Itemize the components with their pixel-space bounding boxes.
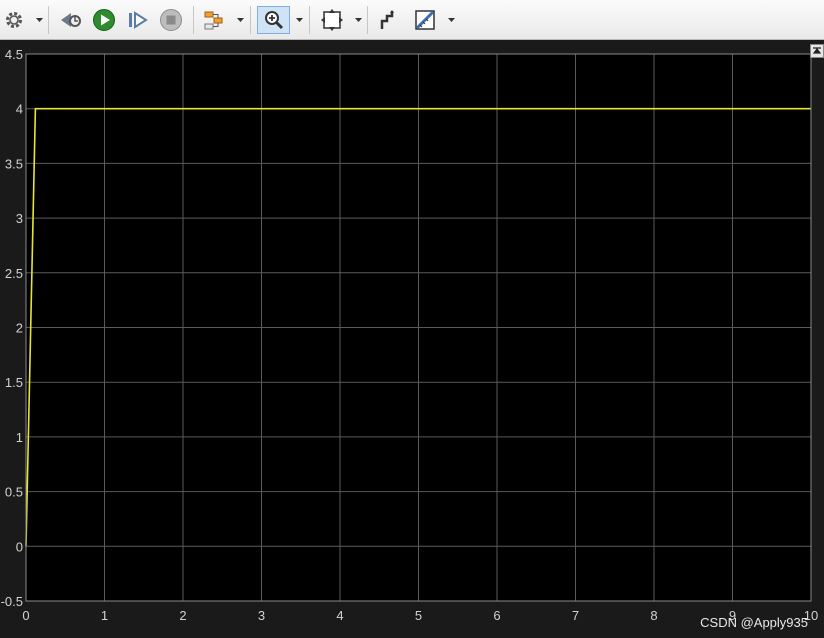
y-tick-label: -0.5 xyxy=(1,594,23,609)
signal-selector-icon[interactable] xyxy=(200,6,228,34)
y-tick-label: 0.5 xyxy=(5,485,23,500)
toolbar-divider xyxy=(367,6,368,34)
chevron-down-icon[interactable] xyxy=(235,6,245,34)
scope-display[interactable]: 0 1 2 3 4 5 6 7 8 9 10 -0.5 0 0.5 1 1.5 2 2.5 3 3.5 4 4.5 xyxy=(0,40,824,638)
toolbar-divider xyxy=(250,6,251,34)
y-tick-label: 4 xyxy=(16,102,23,117)
style-icon[interactable] xyxy=(375,6,403,34)
y-tick-label: 4.5 xyxy=(5,47,23,62)
stop-icon[interactable] xyxy=(157,6,185,34)
chevron-down-icon[interactable] xyxy=(294,6,304,34)
toolbar-divider xyxy=(193,6,194,34)
x-tick-label: 3 xyxy=(258,608,265,623)
gear-icon[interactable] xyxy=(0,6,28,34)
chevron-down-icon[interactable] xyxy=(446,6,456,34)
y-tick-label: 2 xyxy=(16,321,23,336)
y-tick-label: 3 xyxy=(16,211,23,226)
y-tick-label: 0 xyxy=(16,539,23,554)
plot-area[interactable]: 0 1 2 3 4 5 6 7 8 9 10 -0.500.511.522.533.544.5 xyxy=(0,40,824,638)
x-tick-label: 7 xyxy=(572,608,579,623)
step-back-icon[interactable] xyxy=(57,6,85,34)
chevron-down-icon[interactable] xyxy=(34,6,44,34)
y-tick-label: 3.5 xyxy=(5,156,23,171)
x-tick-label: 0 xyxy=(22,608,29,623)
x-tick-label: 2 xyxy=(179,608,186,623)
restore-icon[interactable] xyxy=(810,44,824,58)
chevron-down-icon[interactable] xyxy=(353,6,363,34)
x-tick-label: 5 xyxy=(415,608,422,623)
y-tick-label: 1 xyxy=(16,430,23,445)
scope-toolbar xyxy=(0,0,824,40)
zoom-icon[interactable] xyxy=(257,6,290,34)
step-forward-icon[interactable] xyxy=(123,6,151,34)
x-tick-label: 1 xyxy=(101,608,108,623)
run-icon[interactable] xyxy=(90,6,118,34)
y-tick-label: 1.5 xyxy=(5,375,23,390)
x-tick-label: 8 xyxy=(650,608,657,623)
toolbar-divider xyxy=(48,6,49,34)
cursor-measure-icon[interactable] xyxy=(411,6,439,34)
x-tick-label: 6 xyxy=(493,608,500,623)
y-tick-label: 2.5 xyxy=(5,266,23,281)
autoscale-icon[interactable] xyxy=(318,6,346,34)
x-tick-label: 4 xyxy=(336,608,343,623)
watermark-text: CSDN @Apply935 xyxy=(700,615,808,630)
toolbar-divider xyxy=(309,6,310,34)
